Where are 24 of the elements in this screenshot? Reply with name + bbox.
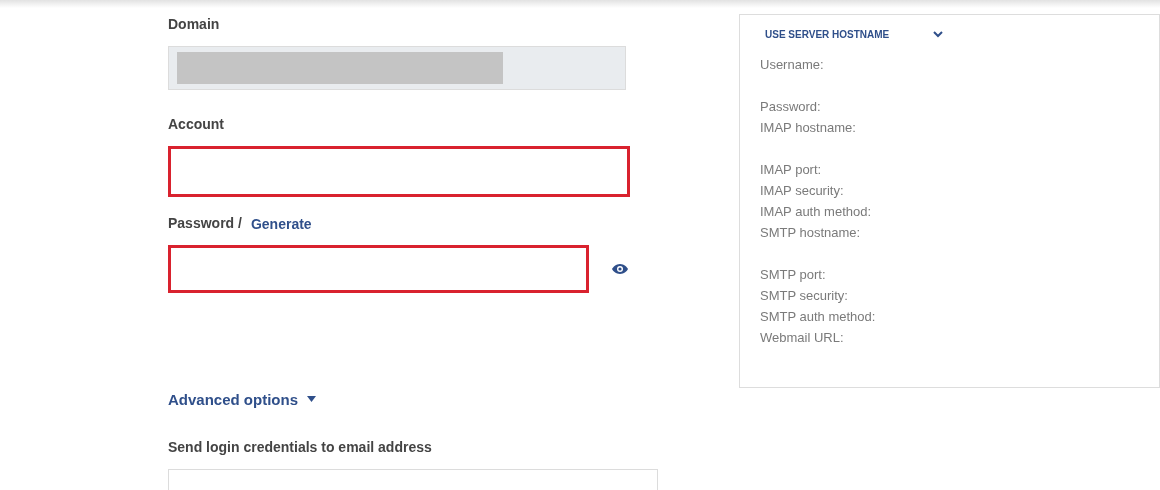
field-label: Password / xyxy=(168,215,242,233)
chevron-icon xyxy=(933,31,944,38)
info-label: SMTP auth method: xyxy=(760,308,877,326)
info-label: Password: xyxy=(760,98,822,116)
advanced-options-toggle[interactable]: Advanced options xyxy=(168,389,658,409)
generate-link[interactable]: Generate xyxy=(250,216,312,232)
field-label: Account xyxy=(168,116,225,134)
info-label: Webmail URL: xyxy=(760,329,845,347)
info-label: SMTP hostname: xyxy=(760,224,862,242)
info-label: IMAP auth method: xyxy=(760,203,873,221)
password-field[interactable] xyxy=(168,245,589,293)
info-label: SMTP security: xyxy=(760,287,849,305)
server-hostname-toggle[interactable]: USE SERVER HOSTNAME xyxy=(760,29,944,40)
eye-icon[interactable] xyxy=(611,263,629,275)
info-label: Username: xyxy=(760,56,825,74)
info-label: SMTP port: xyxy=(760,266,827,284)
account-field[interactable] xyxy=(168,146,630,197)
field-label: Domain xyxy=(168,16,221,34)
field-label: Send login credentials to email address xyxy=(168,439,433,457)
info-label: IMAP hostname: xyxy=(760,119,857,137)
caret-icon xyxy=(307,396,316,402)
info-label: IMAP port: xyxy=(760,161,823,179)
email-field[interactable] xyxy=(168,469,658,490)
info-label: IMAP security: xyxy=(760,182,845,200)
